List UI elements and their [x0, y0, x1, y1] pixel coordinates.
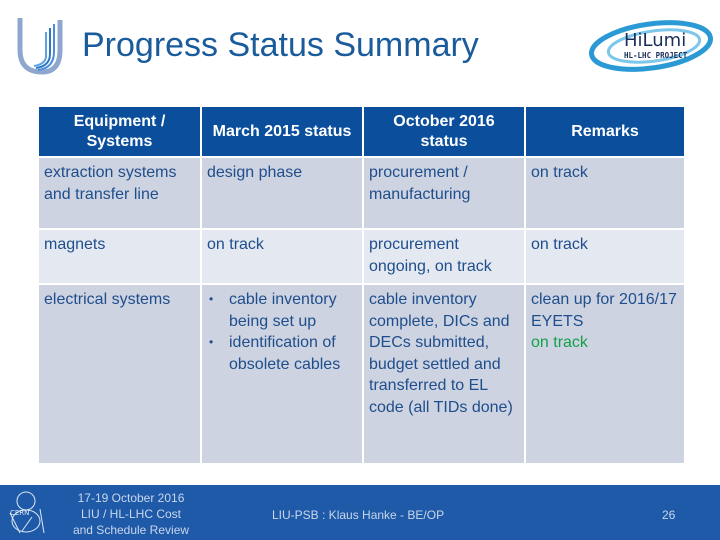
liu-logo-icon [17, 18, 63, 75]
page-title: Progress Status Summary [82, 26, 479, 64]
cell-equipment: extraction systems and transfer line [37, 156, 202, 230]
cell-equipment: electrical systems [37, 283, 202, 465]
footer-date-line: 17-19 October 2016 [77, 491, 185, 505]
footer-event-info: 17-19 October 2016 LIU / HL-LHC Cost and… [66, 490, 196, 538]
column-header-march-2015: March 2015 status [200, 105, 364, 158]
cell-equipment: magnets [37, 228, 202, 285]
cell-october-2016: procurement ongoing, on track [362, 228, 526, 285]
footer-bar: CERN 17-19 October 2016 LIU / HL-LHC Cos… [0, 485, 720, 540]
cell-remarks: clean up for 2016/17 EYETS on track [524, 283, 686, 465]
footer-author: LIU-PSB : Klaus Hanke - BE/OP [272, 508, 445, 522]
progress-status-table: Equipment / Systems March 2015 status Oc… [37, 105, 686, 465]
table-header-row: Equipment / Systems March 2015 status Oc… [37, 105, 686, 158]
cell-march-2015: design phase [200, 156, 364, 230]
table-row: electrical systems cable inventory being… [37, 283, 686, 465]
cell-remarks: on track [524, 156, 686, 230]
remarks-text: clean up for 2016/17 EYETS [531, 291, 677, 330]
column-header-october-2016: October 2016 status [362, 105, 526, 158]
cell-october-2016: cable inventory complete, DICs and DECs … [362, 283, 526, 465]
cell-october-2016: procurement / manufacturing [362, 156, 526, 230]
table-row: extraction systems and transfer line des… [37, 156, 686, 230]
hilumi-logo-icon: HiLumi HL-LHC PROJECT [589, 20, 713, 72]
table-row: magnets on track procurement ongoing, on… [37, 228, 686, 285]
cell-march-2015: on track [200, 228, 364, 285]
bullet-item: cable inventory being set up [207, 289, 357, 332]
cern-logo-icon: CERN [9, 491, 45, 534]
bullet-list: cable inventory being set up identificat… [207, 289, 357, 375]
footer-event-line: and Schedule Review [72, 523, 190, 537]
cell-remarks: on track [524, 228, 686, 285]
cell-march-2015: cable inventory being set up identificat… [200, 283, 364, 465]
column-header-equipment: Equipment / Systems [37, 105, 202, 158]
column-header-remarks: Remarks [524, 105, 686, 158]
hilumi-main-text: HiLumi [624, 30, 686, 51]
page-number: 26 [662, 508, 676, 522]
hilumi-sub-text: HL-LHC PROJECT [624, 51, 688, 60]
remarks-status: on track [531, 334, 588, 351]
cern-logo-text: CERN [10, 509, 29, 517]
bullet-item: identification of obsolete cables [207, 332, 357, 375]
footer-event-line: LIU / HL-LHC Cost [80, 507, 182, 521]
